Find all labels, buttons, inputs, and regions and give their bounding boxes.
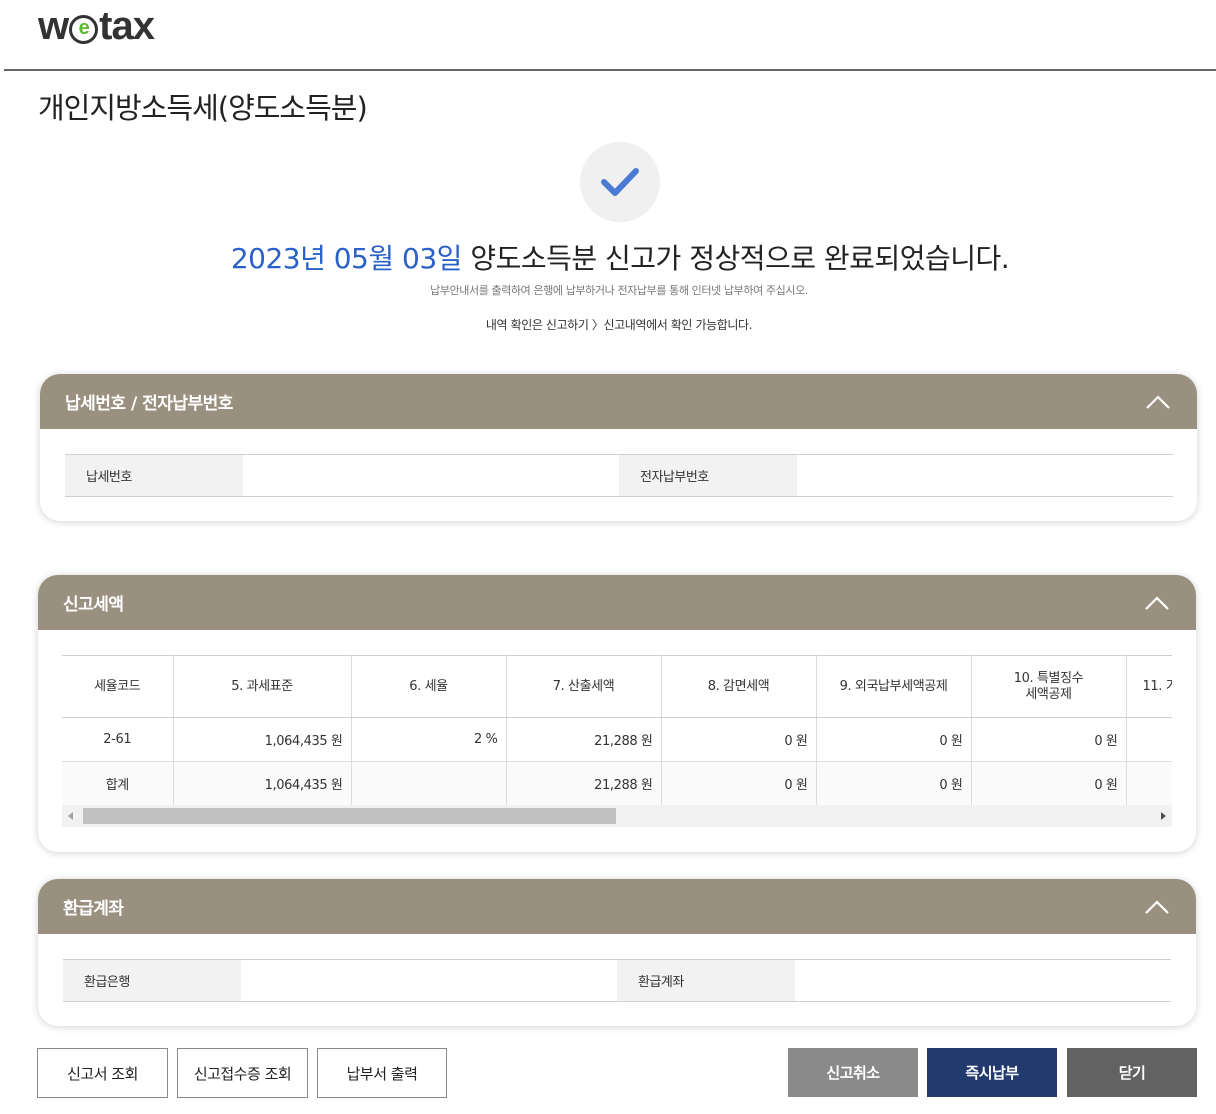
table-cell: 21,288 원 bbox=[506, 717, 662, 762]
completion-text: 양도소득분 신고가 정상적으로 완료되었습니다. bbox=[461, 242, 1010, 275]
refund-bank-label: 환급은행 bbox=[63, 960, 241, 1001]
wetax-logo[interactable]: w e tax bbox=[38, 4, 155, 48]
column-header: 8. 감면세액 bbox=[661, 655, 817, 718]
scroll-left-arrow-icon[interactable] bbox=[68, 812, 73, 820]
header-divider bbox=[4, 69, 1216, 71]
logo-text-w: w bbox=[38, 4, 69, 48]
horizontal-scrollbar[interactable] bbox=[62, 805, 1172, 827]
chevron-up-icon[interactable] bbox=[1144, 594, 1170, 612]
refund-account-label: 환급계좌 bbox=[617, 960, 795, 1001]
table-cell bbox=[1126, 761, 1172, 806]
tax-number-panel-title: 납세번호 / 전자납부번호 bbox=[65, 394, 233, 414]
refund-account-panel-title: 환급계좌 bbox=[63, 899, 124, 919]
table-cell: 21,288 원 bbox=[506, 761, 662, 806]
payment-guide-text: 납부안내서를 출력하여 은행에 납부하거나 전자납부를 통해 인터넷 납부하여 … bbox=[430, 284, 808, 297]
table-cell: 0 원 bbox=[661, 717, 817, 762]
tax-amount-table: 세율코드 5. 과세표준 6. 세율 7. 산출세액 8. 감면세액 9. 외국… bbox=[62, 655, 1172, 806]
tax-number-row: 납세번호 전자납부번호 bbox=[65, 454, 1173, 497]
e-payment-number-value bbox=[797, 455, 1173, 496]
pay-now-button[interactable]: 즉시납부 bbox=[927, 1048, 1057, 1097]
completion-message: 2023년 05월 03일 양도소득분 신고가 정상적으로 완료되었습니다. bbox=[0, 237, 1216, 277]
column-header: 세율코드 bbox=[62, 655, 174, 718]
table-cell bbox=[1126, 717, 1172, 762]
scroll-right-arrow-icon[interactable] bbox=[1161, 812, 1166, 820]
e-payment-number-label: 전자납부번호 bbox=[619, 455, 797, 496]
chevron-up-icon[interactable] bbox=[1144, 898, 1170, 916]
tax-number-panel-header[interactable]: 납세번호 / 전자납부번호 bbox=[40, 374, 1197, 429]
tax-amount-table-wrapper[interactable]: 세율코드 5. 과세표준 6. 세율 7. 산출세액 8. 감면세액 9. 외국… bbox=[62, 655, 1172, 825]
tax-number-label: 납세번호 bbox=[65, 455, 243, 496]
refund-bank-value bbox=[241, 960, 617, 1001]
column-header: 11. 가 bbox=[1126, 655, 1172, 718]
logo-text-tax: tax bbox=[99, 4, 155, 48]
column-header: 9. 외국납부세액공제 bbox=[816, 655, 972, 718]
table-row: 2-61 1,064,435 원 2 % 21,288 원 0 원 0 원 0 … bbox=[62, 717, 1172, 762]
table-cell: 2 % bbox=[351, 717, 507, 762]
check-icon bbox=[580, 142, 660, 222]
table-total-row: 합계 1,064,435 원 21,288 원 0 원 0 원 0 원 bbox=[62, 761, 1172, 806]
table-cell: 0 원 bbox=[971, 717, 1127, 762]
table-cell: 1,064,435 원 bbox=[173, 761, 352, 806]
table-cell: 0 원 bbox=[661, 761, 817, 806]
scrollbar-thumb[interactable] bbox=[83, 808, 616, 824]
close-button[interactable]: 닫기 bbox=[1067, 1048, 1197, 1097]
tax-amount-panel-header[interactable]: 신고세액 bbox=[38, 575, 1196, 630]
tax-amount-panel: 신고세액 세율코드 5. 과세표준 6. 세율 7. 산출세액 8. 감면세액 … bbox=[38, 575, 1196, 852]
view-report-button[interactable]: 신고서 조회 bbox=[37, 1048, 168, 1098]
table-cell: 2-61 bbox=[62, 717, 174, 762]
table-cell: 합계 bbox=[62, 761, 174, 806]
refund-account-row: 환급은행 환급계좌 bbox=[63, 959, 1171, 1002]
view-receipt-button[interactable]: 신고접수증 조회 bbox=[177, 1048, 308, 1098]
table-cell: 1,064,435 원 bbox=[173, 717, 352, 762]
refund-account-panel-header[interactable]: 환급계좌 bbox=[38, 879, 1196, 934]
logo-e-circle-icon: e bbox=[69, 14, 99, 44]
column-header: 5. 과세표준 bbox=[173, 655, 352, 718]
column-header: 10. 특별징수 세액공제 bbox=[971, 655, 1127, 718]
refund-account-panel: 환급계좌 환급은행 환급계좌 bbox=[38, 879, 1196, 1026]
table-cell bbox=[351, 761, 507, 806]
history-guide-text: 내역 확인은 신고하기 〉신고내역에서 확인 가능합니다. bbox=[485, 318, 753, 332]
table-cell: 0 원 bbox=[816, 717, 972, 762]
column-header: 7. 산출세액 bbox=[506, 655, 662, 718]
cancel-report-button[interactable]: 신고취소 bbox=[788, 1048, 918, 1097]
table-cell: 0 원 bbox=[816, 761, 972, 806]
chevron-up-icon[interactable] bbox=[1145, 393, 1171, 411]
print-bill-button[interactable]: 납부서 출력 bbox=[317, 1048, 447, 1098]
refund-account-value bbox=[795, 960, 1171, 1001]
tax-number-panel: 납세번호 / 전자납부번호 납세번호 전자납부번호 bbox=[40, 374, 1197, 521]
table-cell: 0 원 bbox=[971, 761, 1127, 806]
tax-amount-panel-title: 신고세액 bbox=[63, 595, 124, 615]
page-title: 개인지방소득세(양도소득분) bbox=[38, 91, 368, 125]
table-header-row: 세율코드 5. 과세표준 6. 세율 7. 산출세액 8. 감면세액 9. 외국… bbox=[62, 655, 1172, 718]
completion-date: 2023년 05월 03일 bbox=[230, 242, 463, 275]
column-header: 6. 세율 bbox=[351, 655, 507, 718]
logo-text-e: e bbox=[78, 17, 90, 39]
tax-number-value bbox=[243, 455, 619, 496]
